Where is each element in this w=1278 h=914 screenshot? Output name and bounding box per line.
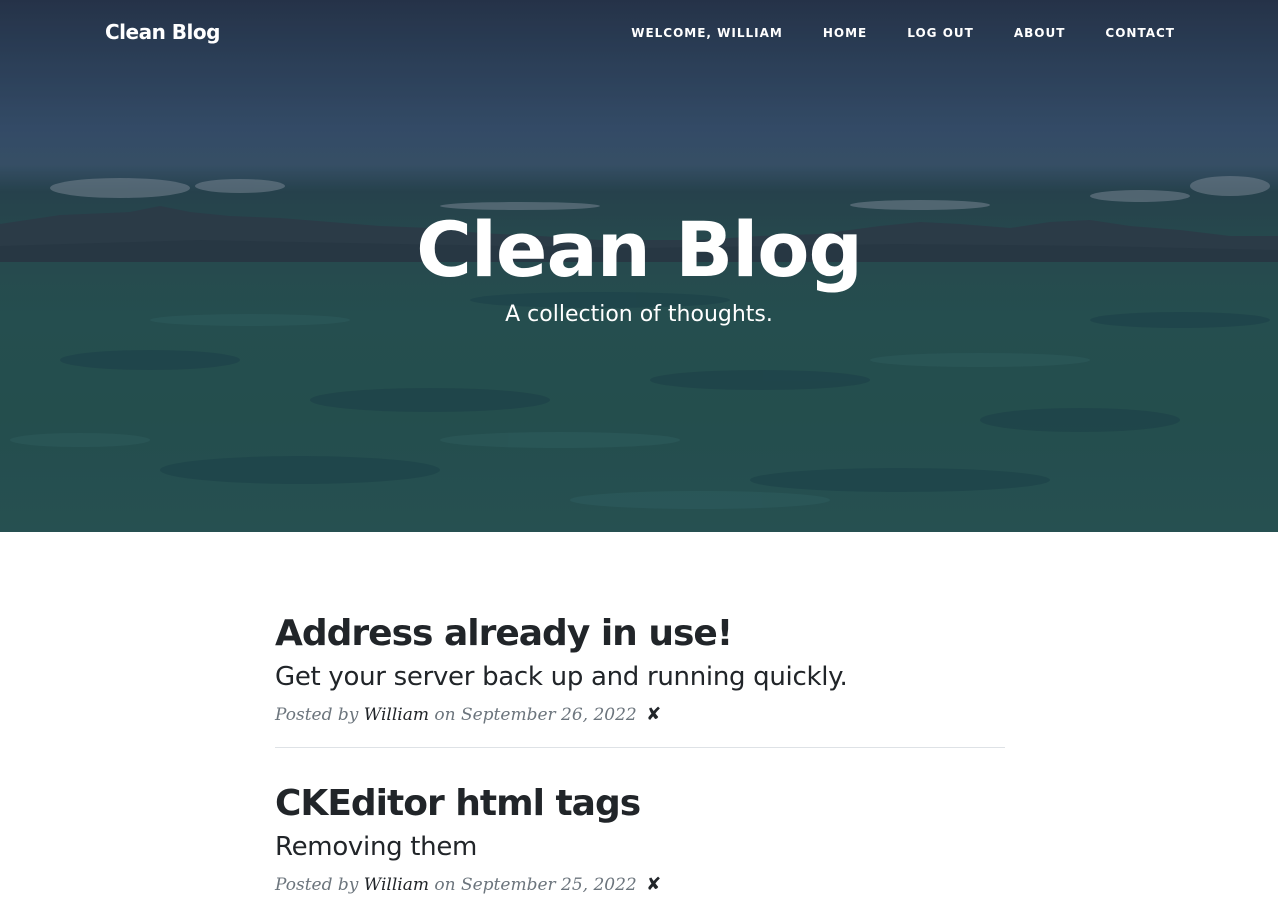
navbar-brand[interactable]: Clean Blog (105, 20, 220, 44)
post-date: on September 25, 2022 (434, 875, 637, 895)
post-author-link[interactable]: William (364, 705, 429, 725)
posted-by-label: Posted by (275, 875, 359, 895)
nav-link-home[interactable]: HOME (823, 26, 867, 40)
post-subtitle[interactable]: Get your server back up and running quic… (275, 660, 1005, 694)
post-divider (275, 747, 1005, 748)
delete-post-icon[interactable]: ✘ (646, 874, 661, 895)
nav-link-welcome[interactable]: WELCOME, WILLIAM (631, 26, 783, 40)
post-preview[interactable]: CKEditor html tags Removing them Posted … (275, 782, 1005, 895)
post-preview[interactable]: Address already in use! Get your server … (275, 612, 1005, 725)
post-list: Address already in use! Get your server … (275, 612, 1005, 895)
post-meta: Posted by William on September 25, 2022 … (275, 874, 1005, 895)
post-title[interactable]: CKEditor html tags (275, 782, 1005, 826)
post-date: on September 26, 2022 (434, 705, 637, 725)
post-meta: Posted by William on September 26, 2022 … (275, 704, 1005, 725)
site-heading: Clean Blog A collection of thoughts. (0, 204, 1278, 327)
site-title: Clean Blog (416, 205, 863, 294)
nav-link-log-out[interactable]: LOG OUT (907, 26, 974, 40)
site-subtitle: A collection of thoughts. (505, 302, 773, 327)
navbar-links: WELCOME, WILLIAM HOME LOG OUT ABOUT CONT… (631, 26, 1175, 40)
post-title[interactable]: Address already in use! (275, 612, 1005, 656)
post-subtitle[interactable]: Removing them (275, 830, 1005, 864)
nav-link-about[interactable]: ABOUT (1014, 26, 1066, 40)
masthead: Clean Blog WELCOME, WILLIAM HOME LOG OUT… (0, 0, 1278, 532)
posted-by-label: Posted by (275, 705, 359, 725)
nav-link-contact[interactable]: CONTACT (1105, 26, 1175, 40)
post-author-link[interactable]: William (364, 875, 429, 895)
delete-post-icon[interactable]: ✘ (646, 704, 661, 725)
